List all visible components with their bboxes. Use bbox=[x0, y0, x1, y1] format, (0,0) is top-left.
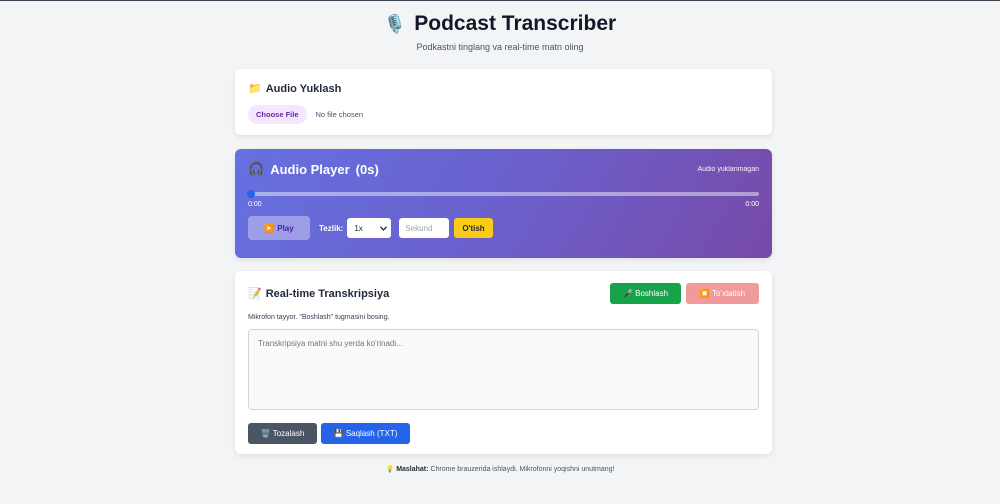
current-time: 0:00 bbox=[248, 201, 262, 208]
upload-title: 📁 Audio Yuklash bbox=[248, 82, 759, 96]
seek-handle[interactable] bbox=[247, 190, 255, 198]
file-input[interactable]: Choose File No file chosen bbox=[248, 105, 759, 124]
stop-label: To'xtatish bbox=[711, 289, 746, 298]
save-txt-button[interactable]: 💾 Saqlash (TXT) bbox=[321, 423, 410, 444]
start-label: Boshlash bbox=[635, 289, 669, 298]
transcript-title-text: Real-time Transkripsiya bbox=[265, 287, 390, 300]
speed-label: Tezlik: bbox=[319, 223, 344, 233]
chevron-down-icon bbox=[380, 225, 388, 231]
trash-icon: 🗑️ bbox=[260, 429, 271, 438]
microphone-icon: 🎤 bbox=[622, 289, 633, 298]
stop-icon: ⏹️ bbox=[699, 289, 710, 298]
audio-player-card: 🎧 Audio Player (0s) Audio yuklanmagan 0:… bbox=[235, 149, 772, 258]
total-time: 0:00 bbox=[745, 201, 759, 208]
page-subtitle: Podkastni tinglang va real-time matn oli… bbox=[416, 42, 584, 52]
start-button[interactable]: 🎤 Boshlash bbox=[610, 283, 681, 304]
player-status: Audio yuklanmagan bbox=[697, 165, 760, 173]
clear-button[interactable]: 🗑️ Tozalash bbox=[248, 423, 317, 444]
transcript-textarea[interactable] bbox=[248, 329, 759, 410]
play-label: Play bbox=[277, 223, 294, 233]
player-title: 🎧 Audio Player (0s) bbox=[248, 161, 379, 177]
footer-tip: 💡 Maslahat: Chrome brauzerida ishlaydi. … bbox=[0, 465, 1000, 473]
save-label: Saqlash (TXT) bbox=[345, 429, 398, 438]
player-duration: (0s) bbox=[355, 161, 379, 177]
transcript-title: 📝 Real-time Transkripsiya bbox=[248, 287, 390, 301]
page-title: 🎙️ Podcast Transcriber bbox=[384, 11, 616, 37]
transcript-card: 📝 Real-time Transkripsiya 🎤 Boshlash ⏹️ … bbox=[235, 271, 772, 454]
choose-file-button[interactable]: Choose File bbox=[248, 105, 307, 124]
player-title-text: Audio Player bbox=[270, 161, 350, 177]
play-button[interactable]: ▶️ Play bbox=[248, 216, 310, 240]
microphone-status: Mikrofon tayyor. "Boshlash" tugmasini bo… bbox=[248, 314, 390, 321]
play-icon: ▶️ bbox=[264, 223, 275, 233]
folder-icon: 📁 bbox=[248, 83, 262, 95]
speed-value: 1x bbox=[354, 223, 363, 233]
app-header: 🎙️ Podcast Transcriber Podkastni tinglan… bbox=[0, 1, 1000, 52]
seconds-input[interactable] bbox=[399, 218, 450, 238]
stop-button[interactable]: ⏹️ To'xtatish bbox=[686, 283, 759, 304]
page-title-text: Podcast Transcriber bbox=[414, 12, 617, 35]
memo-icon: 📝 bbox=[248, 288, 262, 300]
tip-text: Chrome brauzerida ishlaydi. Mikrofonni y… bbox=[430, 466, 615, 473]
lightbulb-icon: 💡 bbox=[385, 466, 395, 473]
clear-label: Tozalash bbox=[272, 429, 305, 438]
upload-card: 📁 Audio Yuklash Choose File No file chos… bbox=[235, 69, 772, 135]
tip-label: Maslahat: bbox=[396, 466, 429, 473]
floppy-disk-icon: 💾 bbox=[333, 429, 344, 438]
seek-bar[interactable] bbox=[247, 190, 759, 198]
upload-title-text: Audio Yuklash bbox=[265, 82, 342, 95]
microphone-icon: 🎙️ bbox=[383, 13, 407, 34]
headphones-icon: 🎧 bbox=[248, 161, 265, 176]
jump-button[interactable]: O'tish bbox=[454, 218, 493, 238]
speed-select[interactable]: 1x bbox=[347, 218, 392, 238]
no-file-label: No file chosen bbox=[315, 110, 364, 119]
